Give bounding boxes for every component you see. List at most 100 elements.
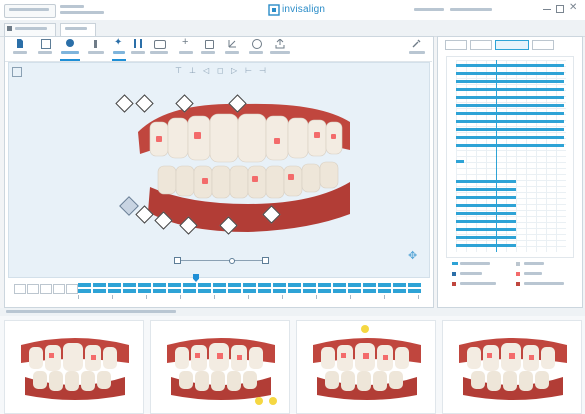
logo-text: invisalign (282, 4, 326, 15)
chart-bar-lower-6 (456, 220, 516, 223)
highlight-marker[interactable] (361, 325, 369, 333)
view-icon-5[interactable]: ▷ (231, 66, 237, 75)
thumbnail-teeth-2 (167, 338, 275, 400)
toolbar-item-10[interactable] (224, 39, 240, 59)
chart-bar-lower-2 (456, 188, 516, 191)
toolbar-item-9-label-placeholder (201, 51, 215, 54)
chart-bar-upper-10 (456, 136, 564, 139)
export-icon (275, 39, 285, 49)
toolbar-item-12[interactable] (270, 39, 290, 59)
toolbar-item-8[interactable]: + (178, 36, 194, 59)
legend-swatch (516, 262, 520, 266)
thumbnail-teeth-1 (21, 338, 129, 400)
chart-bar-lower-4 (456, 204, 516, 207)
view-icon-2[interactable]: ⊥ (189, 66, 196, 75)
tab-active[interactable] (60, 23, 96, 37)
thumbnail-stage-3[interactable] (296, 320, 436, 414)
chart-bar-upper-6 (456, 104, 564, 107)
viewport-slider-track[interactable] (176, 260, 266, 261)
chart-bar-upper-7 (456, 112, 564, 115)
legend-label-placeholder (524, 272, 542, 275)
toolbar-item-5[interactable]: ✦ (112, 37, 126, 61)
viewport-corner-icon[interactable] (12, 67, 22, 77)
chart-bar-lower-9 (456, 244, 516, 247)
viewport-slider-start[interactable] (174, 257, 181, 264)
chart-bar-lower-1 (456, 180, 516, 183)
view-icon-3[interactable]: ◁ (203, 66, 209, 75)
chart-bar-upper-8 (456, 120, 564, 123)
chart-bar-upper-3 (456, 80, 564, 83)
view-icon-1[interactable]: ⊤ (175, 66, 182, 75)
toolbar-item-3-label-placeholder (61, 51, 79, 54)
chart-bar-lower-8 (456, 236, 516, 239)
toolbar-item-1[interactable] (12, 39, 28, 59)
toolbar-item-2[interactable] (37, 39, 53, 59)
toolbar-item-7[interactable] (150, 39, 168, 59)
thumbnail-stage-1[interactable] (4, 320, 144, 414)
compass-icon[interactable]: ✥ (408, 249, 417, 262)
legend-swatch (516, 282, 520, 286)
thumbnail-teeth-3 (313, 338, 421, 400)
toolbar-item-11[interactable] (248, 39, 264, 59)
toolbar-item-12-label-placeholder (270, 51, 290, 54)
ruler-icon (134, 39, 142, 48)
toolbar-item-9[interactable] (200, 39, 216, 59)
viewport-slider-handle[interactable] (229, 258, 235, 264)
user-name-placeholder (450, 8, 492, 11)
angle-icon (228, 40, 236, 48)
minimize-icon[interactable] (543, 9, 551, 10)
chart-bar-upper-11 (456, 144, 564, 147)
grid-icon (41, 39, 51, 49)
toolbar-item-right[interactable] (408, 39, 426, 59)
document-icon (17, 39, 23, 48)
toolbar-item-4[interactable] (88, 39, 104, 59)
back-button-label-placeholder (9, 8, 49, 11)
close-icon[interactable]: ✕ (569, 2, 577, 13)
logo-icon (268, 4, 280, 16)
chart-bar-upper-short (456, 160, 464, 163)
back-button[interactable] (4, 4, 56, 18)
right-tab-3-active[interactable] (495, 40, 529, 50)
timeline-track[interactable] (78, 283, 422, 287)
timeline-ticks (78, 295, 422, 299)
highlight-marker[interactable] (269, 397, 277, 405)
right-tab-2[interactable] (470, 40, 492, 50)
toolbar-item-4-label-placeholder (88, 51, 104, 54)
thumbnail-stage-2[interactable] (150, 320, 290, 414)
view-icon-4[interactable]: ◻ (217, 66, 224, 75)
maximize-icon[interactable] (556, 5, 564, 13)
status-text-placeholder (6, 310, 176, 313)
info-icon (252, 39, 262, 49)
right-tab-4[interactable] (532, 40, 554, 50)
last-stage-button[interactable] (66, 284, 78, 294)
timeline-track-lower[interactable] (78, 289, 422, 293)
toolbar-item-3[interactable] (60, 39, 80, 61)
toolbar-item-6[interactable] (130, 39, 146, 59)
toolbar-item-7-label-placeholder (150, 51, 168, 54)
chart-bar-lower-3 (456, 196, 516, 199)
view-icon-7[interactable]: ⊣ (259, 66, 266, 75)
wrench-icon (412, 39, 421, 48)
globe-icon (66, 39, 74, 47)
viewport-slider-end[interactable] (262, 257, 269, 264)
next-stage-button[interactable] (53, 284, 65, 294)
view-icon-6[interactable]: ⊢ (245, 66, 252, 75)
prev-stage-button[interactable] (27, 284, 39, 294)
legend-label-placeholder (524, 262, 544, 265)
legend-swatch (452, 272, 456, 276)
right-tab-1[interactable] (445, 40, 467, 50)
chart-legend (446, 260, 572, 300)
tab-patient-list-label-placeholder (15, 27, 47, 30)
invisalign-logo: invisalign (268, 3, 328, 17)
chart-bar-upper-5 (456, 96, 564, 99)
thumbnail-stage-4[interactable] (442, 320, 582, 414)
sparkle-icon: ✦ (114, 37, 123, 48)
chart-bar-lower-7 (456, 228, 516, 231)
toolbar-item-11-label-placeholder (249, 51, 263, 54)
toolbar-item-1-label-placeholder (13, 51, 27, 54)
chart-bar-upper-2 (456, 72, 564, 75)
highlight-marker[interactable] (255, 397, 263, 405)
play-button[interactable] (40, 284, 52, 294)
legend-label-placeholder (460, 282, 496, 285)
first-stage-button[interactable] (14, 284, 26, 294)
